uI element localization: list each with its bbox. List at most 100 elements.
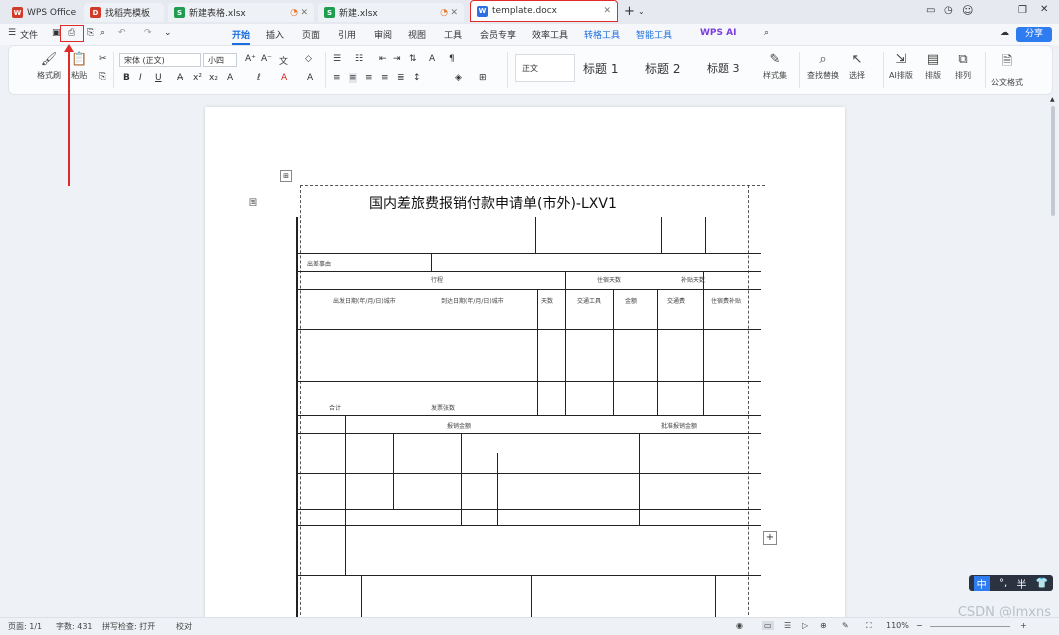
cut-icon[interactable]: ✂ [99, 54, 107, 64]
sort-icon[interactable]: ⇅ [409, 54, 417, 64]
format-painter-button[interactable]: 🖌 格式刷 [37, 52, 61, 81]
tab-xlsx-2[interactable]: S 新建.xlsx ◔ ✕ [318, 3, 464, 22]
align-center-icon[interactable]: ≡ [349, 73, 357, 83]
outline-view-icon[interactable]: ☰ [784, 621, 791, 630]
menu-wps-ai[interactable]: WPS AI [700, 28, 736, 38]
status-spell[interactable]: 拼写检查: 打开 [102, 621, 155, 632]
tab-xlsx-1[interactable]: S 新建表格.xlsx ◔ ✕ [168, 3, 314, 22]
ime-width[interactable]: 半 [1017, 576, 1027, 591]
avatar[interactable]: ☺ [962, 4, 973, 17]
clock-icon[interactable]: ◷ [944, 5, 953, 16]
ai-layout-button[interactable]: ⇲ AI排版 [889, 52, 913, 81]
new-tab-icon[interactable]: + [624, 4, 635, 19]
page-view-icon[interactable]: ▭ [762, 621, 774, 630]
share-button[interactable]: 分享 [1016, 27, 1052, 42]
close-icon[interactable]: ✕ [300, 8, 308, 18]
distributed-icon[interactable]: ≣ [397, 73, 405, 83]
find-replace-button[interactable]: ⌕ 查找替换 [807, 52, 839, 81]
web-view-icon[interactable]: ⊕ [820, 621, 827, 630]
ime-lang[interactable]: 中 [973, 575, 990, 591]
undo-icon[interactable]: ↶ [118, 28, 126, 38]
border-icon[interactable]: ⊞ [479, 73, 487, 83]
line-spacing-icon[interactable]: ↕ [413, 73, 421, 83]
style-heading1[interactable]: 标题 1 [577, 54, 637, 82]
select-button[interactable]: ↖ 选择 [849, 52, 865, 81]
status-proof[interactable]: 校对 [176, 621, 192, 632]
font-size-select[interactable]: 小四 [203, 53, 237, 67]
close-icon[interactable]: ✕ [603, 6, 611, 16]
menu-efficiency[interactable]: 效率工具 [532, 28, 568, 41]
status-words[interactable]: 字数: 431 [56, 621, 93, 632]
indent-icon[interactable]: ⇥ [393, 54, 401, 64]
style-heading3[interactable]: 标题 3 [701, 54, 757, 82]
fullscreen-icon[interactable]: ⛶ [866, 621, 872, 631]
window-layout-icon[interactable]: ▭ [926, 5, 935, 16]
output-pdf-icon[interactable]: ⎙ [68, 28, 75, 38]
number-list-icon[interactable]: ☷ [355, 54, 363, 64]
preview-icon[interactable]: ⌕ [100, 28, 105, 38]
pen-icon[interactable]: ✎ [842, 621, 849, 630]
align-left-icon[interactable]: ≡ [333, 73, 341, 83]
align-right-icon[interactable]: ≡ [365, 73, 373, 83]
menu-member[interactable]: 会员专享 [480, 28, 516, 41]
style-heading2[interactable]: 标题 2 [639, 54, 699, 82]
menu-review[interactable]: 审阅 [374, 28, 392, 41]
ime-toolbar[interactable]: 中 °, 半 👕 [969, 575, 1053, 591]
play-icon[interactable]: ▷ [802, 621, 808, 630]
vertical-scrollbar[interactable]: ▲ [1050, 96, 1056, 614]
menu-convert[interactable]: 转格工具 [584, 28, 620, 41]
menu-home[interactable]: 开始 [232, 28, 251, 45]
official-format-button[interactable]: 🗎 公文格式 [991, 52, 1023, 88]
outdent-icon[interactable]: ⇤ [379, 54, 387, 64]
highlight-icon[interactable]: ℓ [257, 73, 261, 83]
tab-docer[interactable]: D 找稻壳模板 [84, 3, 164, 22]
search-icon[interactable]: ⌕ [764, 28, 769, 38]
menu-file[interactable]: 文件 [20, 28, 38, 41]
paste-button[interactable]: 📋 粘贴 [71, 52, 87, 81]
ime-skin-icon[interactable]: 👕 [1036, 578, 1048, 589]
eye-icon[interactable]: ◉ [736, 621, 743, 630]
restore-window-icon[interactable]: ❐ [1018, 5, 1027, 16]
zoom-in-icon[interactable]: + [1020, 621, 1027, 630]
subscript-icon[interactable]: x₂ [209, 73, 218, 83]
document-title[interactable]: 国内差旅费报销付款申请单(市外)-LXV1 [369, 193, 617, 213]
scroll-up-icon[interactable]: ▲ [1050, 96, 1055, 103]
cloud-icon[interactable]: ☁ [1000, 28, 1009, 38]
menu-tools[interactable]: 工具 [444, 28, 462, 41]
italic-icon[interactable]: I [139, 73, 142, 83]
menu-insert[interactable]: 插入 [266, 28, 284, 41]
zoom-slider[interactable] [930, 626, 1010, 627]
tab-wps-office[interactable]: W WPS Office [6, 3, 80, 22]
superscript-icon[interactable]: x² [193, 73, 202, 83]
close-icon[interactable]: ✕ [450, 8, 458, 18]
document-page[interactable]: ⊞ 国 国内差旅费报销付款申请单(市外)-LXV1 行程 住宿天数 补贴天数 出… [205, 107, 845, 627]
table-move-handle-icon[interactable]: ⊞ [280, 170, 292, 182]
add-row-icon[interactable]: + [763, 531, 777, 545]
menu-icon[interactable]: ☰ [8, 28, 16, 38]
menu-references[interactable]: 引用 [338, 28, 356, 41]
menu-page[interactable]: 页面 [302, 28, 320, 41]
ime-punct[interactable]: °, [999, 578, 1007, 589]
justify-icon[interactable]: ≡ [381, 73, 389, 83]
print-icon[interactable]: ⎘ [87, 28, 94, 38]
bold-icon[interactable]: B [123, 73, 130, 83]
text-direction-icon[interactable]: A [429, 54, 435, 64]
zoom-level[interactable]: 110% [886, 621, 909, 630]
show-marks-icon[interactable]: ¶ [449, 54, 455, 64]
shrink-font-icon[interactable]: A⁻ [261, 54, 272, 64]
style-normal[interactable]: 正文 [515, 54, 575, 82]
font-family-select[interactable]: 宋体 (正文) [119, 53, 201, 67]
scroll-thumb[interactable] [1051, 106, 1055, 216]
more-icon[interactable]: ⌄ [164, 28, 172, 38]
status-page[interactable]: 页面: 1/1 [8, 621, 42, 632]
close-window-icon[interactable]: ✕ [1040, 4, 1048, 15]
font-color-icon[interactable]: A [281, 73, 287, 83]
strikethrough-icon[interactable]: A̶ [177, 73, 183, 83]
text-effect-icon[interactable]: A [227, 73, 233, 83]
redo-icon[interactable]: ↷ [144, 28, 152, 38]
copy-icon[interactable]: ⎘ [99, 72, 106, 82]
bullet-list-icon[interactable]: ☰ [333, 54, 341, 64]
phonetic-icon[interactable]: 文 [279, 54, 288, 67]
clear-format-icon[interactable]: ◇ [305, 54, 312, 64]
tab-template-docx[interactable]: W template.docx ✕ [470, 0, 618, 22]
